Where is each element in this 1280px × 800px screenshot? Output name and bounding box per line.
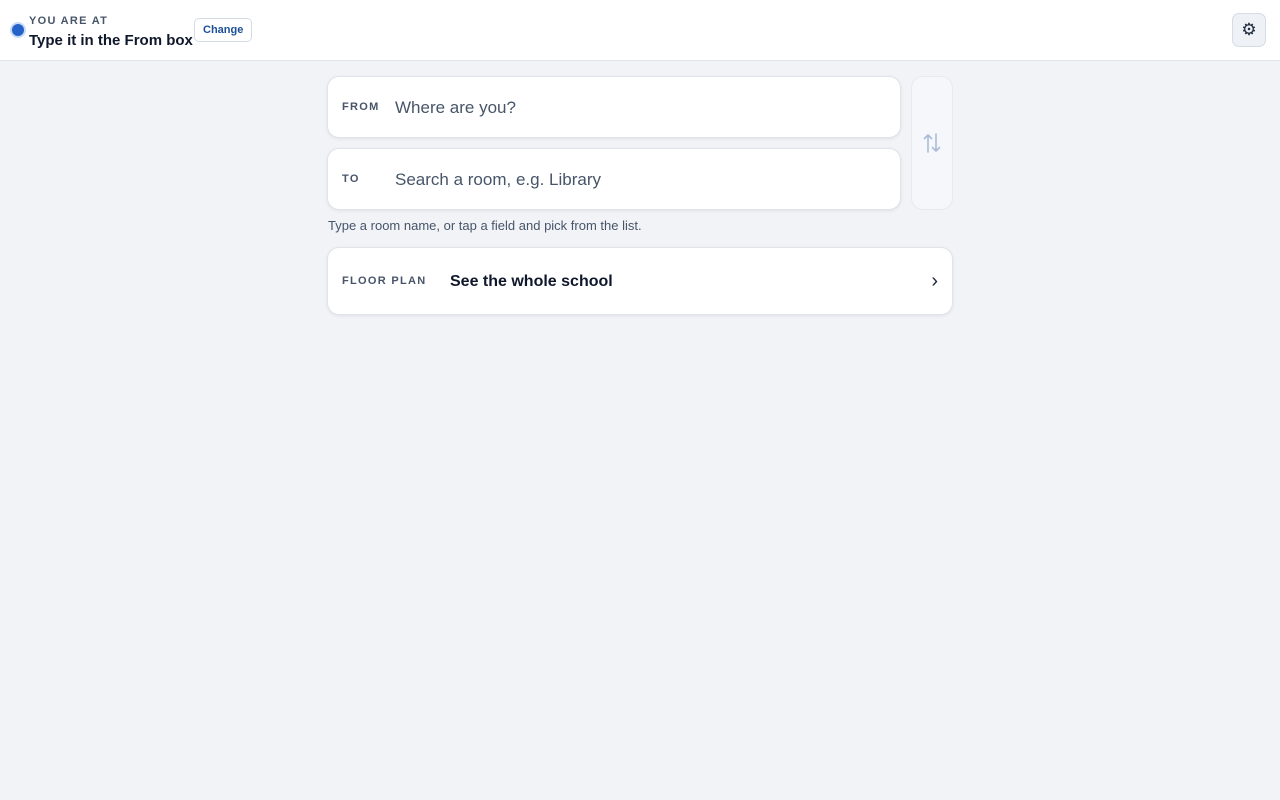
from-field[interactable]: FROM	[327, 76, 901, 138]
swap-vertical-icon	[923, 133, 941, 153]
chevron-right-icon: ›	[931, 270, 938, 292]
swap-button[interactable]	[911, 76, 953, 210]
route-hint: Type a room name, or tap a field and pic…	[328, 218, 642, 233]
gear-icon: ⚙	[1241, 20, 1257, 39]
current-location: Type it in the From box	[29, 32, 193, 49]
from-label: FROM	[342, 101, 380, 113]
to-label: TO	[342, 173, 360, 185]
change-location-button[interactable]: Change	[194, 18, 253, 42]
location-dot-icon	[12, 24, 24, 36]
top-bar: YOU ARE AT Type it in the From box Chang…	[0, 0, 1280, 61]
floor-plan-label: FLOOR PLAN	[342, 275, 427, 287]
location-eyebrow: YOU ARE AT	[29, 15, 109, 27]
from-input[interactable]	[395, 91, 885, 125]
settings-button[interactable]: ⚙	[1232, 13, 1266, 47]
floor-plan-title: See the whole school	[450, 273, 613, 290]
to-field[interactable]: TO	[327, 148, 901, 210]
to-input[interactable]	[395, 163, 885, 197]
floor-plan-card[interactable]: FLOOR PLAN See the whole school ›	[327, 247, 953, 315]
